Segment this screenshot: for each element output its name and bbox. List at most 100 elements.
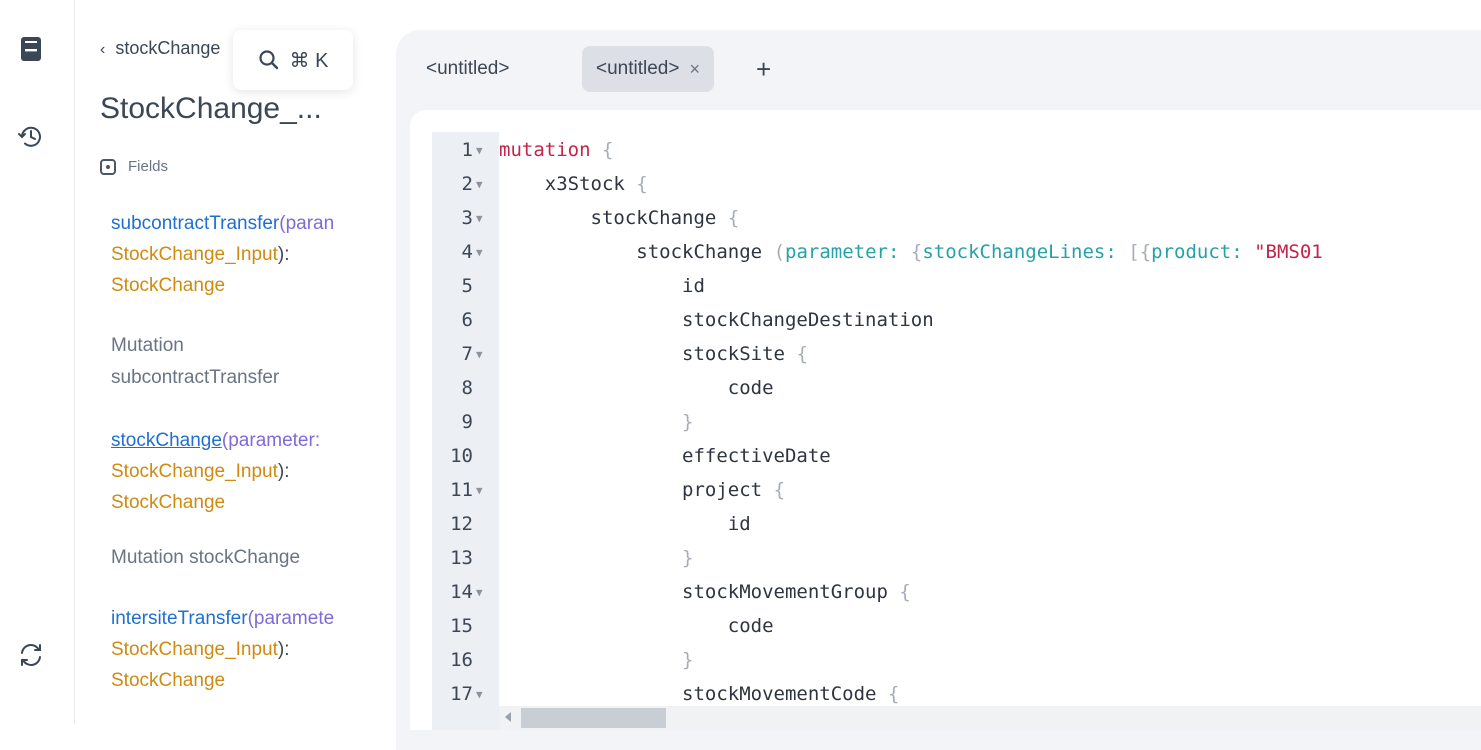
sidebar-rail bbox=[0, 0, 75, 724]
fold-arrow-icon[interactable]: ▼ bbox=[473, 236, 499, 270]
code-line: 2 ▼ x3Stock { bbox=[432, 167, 1323, 201]
search-shortcut: ⌘ K bbox=[289, 49, 329, 72]
query-editor[interactable]: 1 ▼ mutation { 2 ▼ x3Stock { 3 ▼ stockChange… bbox=[410, 110, 1481, 730]
code-line: 7 ▼ stockSite { bbox=[432, 337, 1323, 371]
tab-untitled-2[interactable]: <untitled> × bbox=[582, 46, 714, 92]
fold-arrow-icon[interactable]: ▼ bbox=[473, 338, 499, 372]
line-number: 16 bbox=[450, 649, 473, 671]
code-line: 6 stockChangeDestination bbox=[432, 303, 1323, 337]
close-tab-icon[interactable]: × bbox=[689, 59, 700, 80]
field-arg-type-link[interactable]: StockChange_Input bbox=[111, 461, 278, 482]
field-description-line: Mutation bbox=[111, 335, 184, 356]
horizontal-scrollbar[interactable] bbox=[499, 706, 1481, 730]
code-token: stockMovementGroup bbox=[682, 581, 888, 603]
back-link-label: stockChange bbox=[115, 38, 221, 58]
code-line: 8 code bbox=[432, 371, 1323, 405]
doc-explorer-icon[interactable] bbox=[16, 34, 46, 64]
tab-untitled-1[interactable]: <untitled> bbox=[412, 46, 523, 92]
field-name-link[interactable]: intersiteTransfer bbox=[111, 608, 248, 629]
code-token: ( bbox=[773, 241, 786, 263]
line-number: 6 bbox=[461, 309, 473, 331]
code-token: stockChangeDestination bbox=[682, 309, 934, 331]
field-description: Mutation stockChange bbox=[111, 542, 300, 574]
add-tab-button[interactable]: + bbox=[756, 54, 771, 84]
field-arg-type-link[interactable]: StockChange_Input bbox=[111, 244, 278, 265]
field-description-line: Mutation stockChange bbox=[111, 547, 301, 568]
code-token: stockSite bbox=[682, 343, 785, 365]
code-token: stockChange bbox=[590, 207, 717, 229]
field-return-type-link[interactable]: StockChange bbox=[111, 670, 225, 691]
fold-arrow-icon[interactable]: ▼ bbox=[473, 576, 499, 610]
page-title: StockChange_... bbox=[100, 92, 322, 125]
field-arg-type-link[interactable]: StockChange_Input bbox=[111, 639, 278, 660]
code-token: stockChange bbox=[636, 241, 763, 263]
scrollbar-thumb[interactable] bbox=[521, 708, 666, 728]
code-line: 4 ▼ stockChange (parameter: {stockChangeL… bbox=[432, 235, 1323, 269]
line-number: 1 bbox=[461, 139, 473, 161]
line-number: 10 bbox=[450, 445, 473, 467]
field-arg-name[interactable]: paramete bbox=[254, 608, 334, 629]
line-number: 2 bbox=[461, 173, 473, 195]
field-item: stockChange(parameter: StockChange_Input… bbox=[111, 425, 396, 518]
editor-panel: <untitled> <untitled> × + 1 ▼ mutation { 2… bbox=[396, 30, 1481, 750]
line-number: 17 bbox=[450, 683, 473, 705]
line-number: 5 bbox=[461, 275, 473, 297]
tab-label: <untitled> bbox=[596, 58, 680, 79]
code-token: project bbox=[682, 479, 763, 501]
refetch-schema-icon[interactable] bbox=[16, 640, 46, 670]
docs-explorer: ‹ stockChange ⌘ K StockChange_... Fields … bbox=[74, 0, 396, 724]
code-token: code bbox=[727, 377, 774, 399]
back-link[interactable]: ‹ stockChange bbox=[100, 38, 220, 59]
fold-arrow-icon[interactable]: ▼ bbox=[473, 168, 499, 202]
field-return-type-link[interactable]: StockChange bbox=[111, 275, 225, 296]
field-name-link[interactable]: stockChange bbox=[111, 430, 222, 451]
code-line: 3 ▼ stockChange { bbox=[432, 201, 1323, 235]
line-number: 4 bbox=[461, 241, 473, 263]
code-lines: 1 ▼ mutation { 2 ▼ x3Stock { 3 ▼ stockChange… bbox=[432, 133, 1323, 711]
code-token: id bbox=[727, 513, 751, 535]
code-line: 10 effectiveDate bbox=[432, 439, 1323, 473]
code-token: { bbox=[773, 479, 786, 501]
code-token: { bbox=[796, 343, 808, 365]
field-arg-name[interactable]: paran bbox=[286, 213, 335, 234]
field-return-type-link[interactable]: StockChange bbox=[111, 492, 225, 513]
fold-arrow-icon[interactable]: ▼ bbox=[473, 202, 499, 236]
scroll-left-arrow-icon[interactable] bbox=[505, 712, 511, 722]
code-token: code bbox=[727, 615, 774, 637]
fold-arrow-icon[interactable]: ▼ bbox=[473, 474, 499, 508]
code-line: 16 } bbox=[432, 643, 1323, 677]
fields-heading-label: Fields bbox=[128, 158, 169, 175]
field-close-paren: ): bbox=[277, 461, 290, 482]
search-button[interactable]: ⌘ K bbox=[233, 30, 353, 90]
code-line: 5 id bbox=[432, 269, 1323, 303]
code-token: } bbox=[682, 411, 694, 433]
line-number: 9 bbox=[461, 411, 473, 433]
code-token: } bbox=[682, 649, 694, 671]
code-line: 14 ▼ stockMovementGroup { bbox=[432, 575, 1323, 609]
fold-arrow-icon[interactable]: ▼ bbox=[473, 134, 499, 168]
fold-arrow-icon[interactable]: ▼ bbox=[473, 678, 499, 712]
field-description-line: subcontractTransfer bbox=[111, 367, 280, 388]
code-token: [{ bbox=[1128, 241, 1152, 263]
code-token: effectiveDate bbox=[682, 445, 831, 467]
line-number: 13 bbox=[450, 547, 473, 569]
chevron-left-icon: ‹ bbox=[100, 41, 106, 58]
search-icon bbox=[258, 50, 278, 70]
history-icon[interactable] bbox=[16, 122, 46, 152]
code-token: } bbox=[682, 547, 694, 569]
field-name-link[interactable]: subcontractTransfer bbox=[111, 213, 279, 234]
code-token: { bbox=[727, 207, 740, 229]
code-token: id bbox=[682, 275, 705, 297]
code-token: { bbox=[636, 173, 648, 195]
line-number: 15 bbox=[450, 615, 473, 637]
field-arg-name[interactable]: parameter: bbox=[228, 430, 320, 451]
line-number: 12 bbox=[450, 513, 473, 535]
